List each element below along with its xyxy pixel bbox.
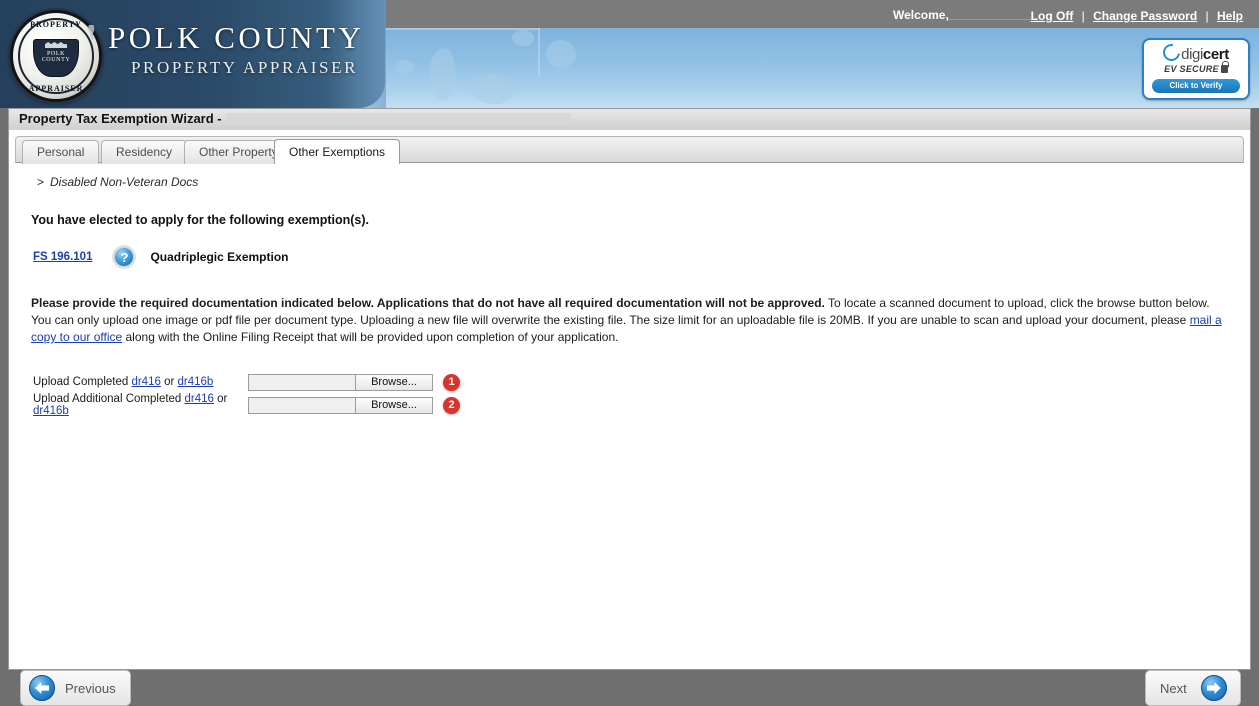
organization-title: POLK COUNTY [108, 20, 365, 55]
digicert-seal-badge[interactable]: digicert EV SECURE Click to Verify [1142, 38, 1250, 100]
wizard-title-redacted [225, 113, 571, 125]
file-input-1[interactable]: Browse... [248, 373, 433, 391]
breadcrumb-label: Disabled Non-Veteran Docs [50, 175, 199, 189]
digicert-brand-light: digi [1181, 46, 1203, 63]
browse-button-2[interactable]: Browse... [356, 397, 432, 413]
breadcrumb-arrow-icon: > [37, 175, 45, 189]
instructions-paragraph: Please provide the required documentatio… [31, 295, 1228, 346]
upload-label-1-prefix: Upload Completed [33, 376, 132, 388]
dr416b-link-2[interactable]: dr416b [33, 405, 69, 417]
upload-label-1-conj: or [160, 376, 178, 388]
tab-residency[interactable]: Residency [101, 140, 188, 164]
change-password-link[interactable]: Change Password [1093, 9, 1197, 23]
upload-label-2-prefix: Upload Additional Completed [33, 393, 185, 405]
help-link[interactable]: Help [1217, 9, 1243, 23]
welcome-label: Welcome, [893, 8, 949, 22]
county-seal-logo: PROPERTY POLK COUNTY APPRAISER [10, 10, 102, 102]
page-frame: Property Tax Exemption Wizard - Personal… [0, 108, 1259, 706]
next-button-label: Next [1160, 680, 1187, 696]
log-off-link[interactable]: Log Off [1031, 9, 1074, 23]
page-title: Property Tax Exemption Wizard - [19, 111, 222, 126]
arrow-right-icon [1200, 675, 1227, 701]
digicert-tagline: EV SECURE [1144, 61, 1248, 74]
file-input-2[interactable]: Browse... [248, 396, 433, 414]
next-button[interactable]: Next [1145, 670, 1241, 706]
header-links: Log Off | Change Password | Help [1031, 9, 1243, 23]
lock-icon [1220, 61, 1229, 73]
link-separator-1: | [1081, 9, 1085, 23]
wizard-navigation: Previous Next [8, 670, 1251, 706]
exemption-name: Quadriplegic Exemption [150, 250, 289, 264]
link-separator-2: | [1205, 9, 1209, 23]
instructions-text-2: along with the Online Filing Receipt tha… [122, 330, 619, 344]
arrow-left-icon [29, 675, 55, 701]
seal-shield-line-2: COUNTY [41, 57, 71, 63]
exemption-row: FS 196.101 ? Quadriplegic Exemption [33, 247, 1230, 267]
breadcrumb: > Disabled Non-Veteran Docs [37, 175, 1230, 189]
wizard-title-bar: Property Tax Exemption Wizard - [8, 108, 1251, 130]
dr416b-link-1[interactable]: dr416b [178, 376, 214, 388]
file-path-field-2[interactable] [249, 397, 356, 413]
digicert-swirl-icon [1159, 40, 1184, 65]
elected-exemptions-heading: You have elected to apply for the follow… [31, 213, 370, 227]
digicert-tagline-text: EV SECURE [1164, 64, 1219, 74]
site-header: PROPERTY POLK COUNTY APPRAISER POLK COUN… [0, 0, 1259, 108]
welcome-username-redacted [948, 19, 1036, 20]
seal-shield-icon: POLK COUNTY [33, 39, 79, 77]
click-to-verify-button[interactable]: Click to Verify [1152, 79, 1240, 93]
seal-bottom-text: APPRAISER [28, 84, 84, 93]
organization-subtitle: PROPERTY APPRAISER [131, 58, 359, 77]
upload-section: Upload Completed dr416 or dr416b Browse.… [33, 372, 1230, 417]
upload-row-1: Upload Completed dr416 or dr416b Browse.… [33, 372, 1230, 392]
previous-button[interactable]: Previous [20, 670, 131, 706]
upload-label-2-conj: or [213, 393, 228, 405]
browse-button-1[interactable]: Browse... [356, 374, 432, 390]
statute-link[interactable]: FS 196.101 [33, 251, 92, 263]
upload-label-2: Upload Additional Completed dr416 or dr4… [33, 393, 248, 417]
step-badge-2: 2 [443, 396, 460, 414]
upload-row-2: Upload Additional Completed dr416 or dr4… [33, 393, 1230, 417]
help-icon[interactable]: ? [114, 247, 135, 267]
step-badge-1: 1 [443, 373, 460, 391]
digicert-wordmark: digicert [1144, 40, 1248, 65]
file-path-field-1[interactable] [249, 374, 356, 390]
tab-other-exemptions[interactable]: Other Exemptions [274, 139, 401, 164]
crown-icon [45, 42, 67, 48]
tab-personal[interactable]: Personal [22, 140, 100, 164]
dr416-link-1[interactable]: dr416 [131, 376, 160, 388]
previous-button-label: Previous [65, 680, 116, 696]
wizard-tab-content: > Disabled Non-Veteran Docs You have elec… [9, 163, 1250, 417]
upload-label-1: Upload Completed dr416 or dr416b [33, 376, 248, 388]
instructions-bold: Please provide the required documentatio… [31, 296, 825, 310]
seal-top-text: PROPERTY [30, 20, 82, 29]
dr416-link-2[interactable]: dr416 [185, 393, 214, 405]
wizard-panel: Personal Residency Other Property Other … [8, 130, 1251, 670]
wizard-tabs: Personal Residency Other Property Other … [15, 136, 1244, 164]
